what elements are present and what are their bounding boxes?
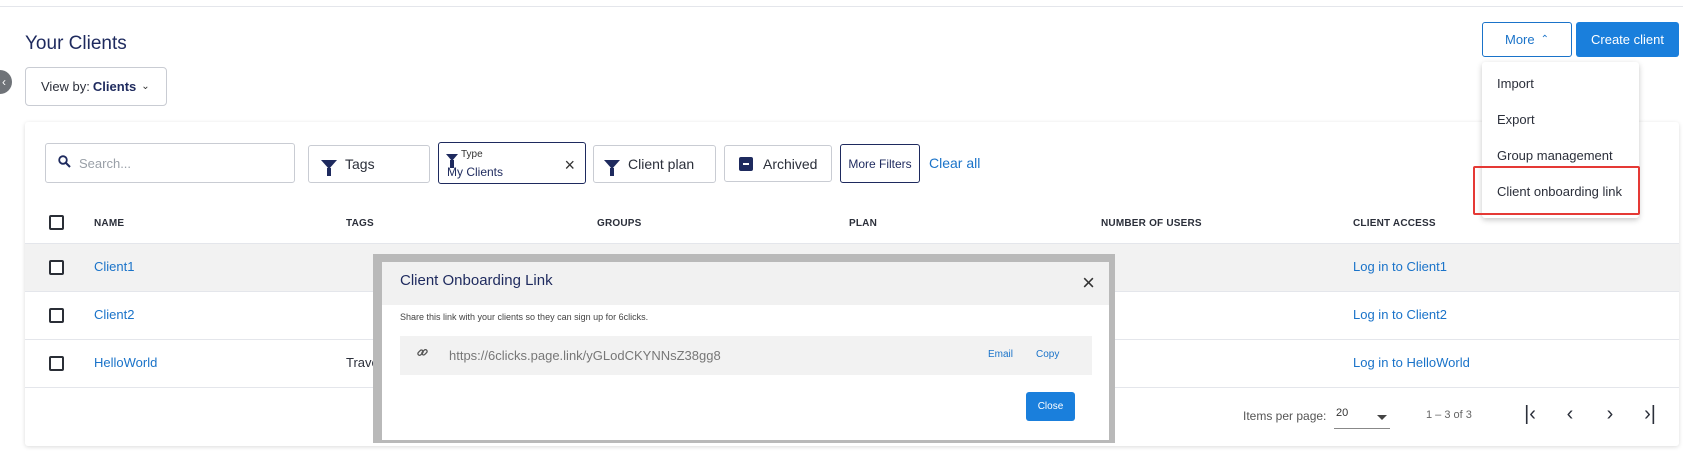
create-client-button[interactable]: Create client bbox=[1576, 22, 1679, 57]
chevron-right-icon: › bbox=[1606, 403, 1614, 425]
tags-filter[interactable]: Tags bbox=[308, 145, 430, 183]
items-per-page-value: 20 bbox=[1336, 407, 1349, 419]
archived-filter-label: Archived bbox=[763, 155, 818, 172]
more-filters-button[interactable]: More Filters bbox=[840, 144, 920, 183]
chevron-up-icon: ⌃ bbox=[1540, 34, 1549, 45]
onboarding-link-text[interactable]: https://6clicks.page.link/yGLodCKYNNsZ38… bbox=[449, 348, 721, 363]
last-page-icon: ›| bbox=[1644, 403, 1656, 425]
chevron-left-icon: ‹ bbox=[1566, 403, 1574, 425]
view-by-dropdown[interactable]: View by: Clients ⌄ bbox=[25, 67, 167, 106]
collapse-sidebar-button[interactable]: ‹ bbox=[0, 70, 12, 94]
filter-icon bbox=[321, 159, 337, 176]
link-icon bbox=[416, 346, 429, 362]
chevron-left-icon: ‹ bbox=[2, 75, 6, 89]
column-header-number-of-users[interactable]: NUMBER OF USERS bbox=[1101, 218, 1202, 229]
type-filter-label: Type bbox=[461, 149, 483, 160]
first-page-button[interactable]: |‹ bbox=[1518, 403, 1542, 426]
more-button[interactable]: More ⌃ bbox=[1482, 22, 1572, 57]
items-per-page-select[interactable]: 20 bbox=[1334, 407, 1390, 429]
tags-filter-label: Tags bbox=[345, 156, 375, 172]
modal-description: Share this link with your clients so the… bbox=[400, 312, 649, 322]
client-onboarding-modal: Client Onboarding Link × Share this link… bbox=[382, 262, 1109, 440]
client-access-link[interactable]: Log in to Client1 bbox=[1353, 259, 1447, 274]
last-page-button[interactable]: ›| bbox=[1638, 403, 1662, 426]
column-header-groups[interactable]: GROUPS bbox=[597, 218, 642, 229]
row-checkbox[interactable] bbox=[49, 260, 64, 275]
email-link-button[interactable]: Email bbox=[988, 349, 1013, 360]
clear-all-link[interactable]: Clear all bbox=[929, 155, 980, 171]
client-name-link[interactable]: Client1 bbox=[94, 259, 134, 274]
page-title: Your Clients bbox=[25, 33, 127, 54]
highlight-box bbox=[1473, 166, 1640, 215]
more-button-label: More bbox=[1504, 32, 1535, 47]
view-by-value: Clients bbox=[92, 79, 137, 94]
client-plan-filter[interactable]: Client plan bbox=[593, 145, 716, 183]
client-access-link[interactable]: Log in to HelloWorld bbox=[1353, 355, 1470, 370]
type-filter[interactable]: Type My Clients × bbox=[438, 142, 586, 184]
close-icon[interactable]: × bbox=[564, 155, 575, 176]
chevron-down-icon: ⌄ bbox=[141, 81, 150, 92]
archived-filter[interactable]: Archived bbox=[724, 145, 832, 182]
client-access-link[interactable]: Log in to Client2 bbox=[1353, 307, 1447, 322]
caret-down-icon bbox=[1377, 415, 1387, 420]
search-field[interactable] bbox=[45, 143, 295, 183]
column-header-client-access[interactable]: CLIENT ACCESS bbox=[1353, 218, 1436, 229]
first-page-icon: |‹ bbox=[1524, 403, 1536, 425]
top-divider bbox=[0, 6, 1683, 7]
copy-link-button[interactable]: Copy bbox=[1036, 349, 1059, 360]
type-filter-value: My Clients bbox=[447, 165, 504, 179]
items-per-page-label: Items per page: bbox=[1243, 409, 1327, 423]
client-name-link[interactable]: Client2 bbox=[94, 307, 134, 322]
client-plan-filter-label: Client plan bbox=[628, 156, 695, 172]
column-header-name[interactable]: NAME bbox=[94, 218, 124, 229]
menu-item-export[interactable]: Export bbox=[1497, 112, 1535, 127]
modal-title: Client Onboarding Link bbox=[400, 272, 553, 289]
view-by-label: View by: bbox=[41, 79, 90, 94]
search-icon bbox=[58, 155, 71, 171]
menu-item-import[interactable]: Import bbox=[1497, 76, 1534, 91]
row-checkbox[interactable] bbox=[49, 356, 64, 371]
column-header-plan[interactable]: PLAN bbox=[849, 218, 877, 229]
select-all-checkbox[interactable] bbox=[49, 215, 64, 230]
menu-item-group-management[interactable]: Group management bbox=[1497, 148, 1613, 163]
search-input[interactable] bbox=[79, 155, 279, 171]
modal-close-button[interactable]: Close bbox=[1026, 392, 1075, 421]
filter-icon bbox=[604, 159, 620, 176]
next-page-button[interactable]: › bbox=[1598, 403, 1622, 426]
filter-icon bbox=[446, 148, 458, 168]
close-icon[interactable]: × bbox=[1082, 270, 1095, 296]
modal-header: Client Onboarding Link × bbox=[382, 262, 1109, 305]
column-header-tags[interactable]: TAGS bbox=[346, 218, 374, 229]
client-name-link[interactable]: HelloWorld bbox=[94, 355, 157, 370]
pagination-range: 1 – 3 of 3 bbox=[1426, 409, 1472, 421]
archive-icon bbox=[739, 156, 753, 171]
previous-page-button[interactable]: ‹ bbox=[1558, 403, 1582, 426]
row-checkbox[interactable] bbox=[49, 308, 64, 323]
onboarding-link-box: https://6clicks.page.link/yGLodCKYNNsZ38… bbox=[400, 336, 1092, 375]
